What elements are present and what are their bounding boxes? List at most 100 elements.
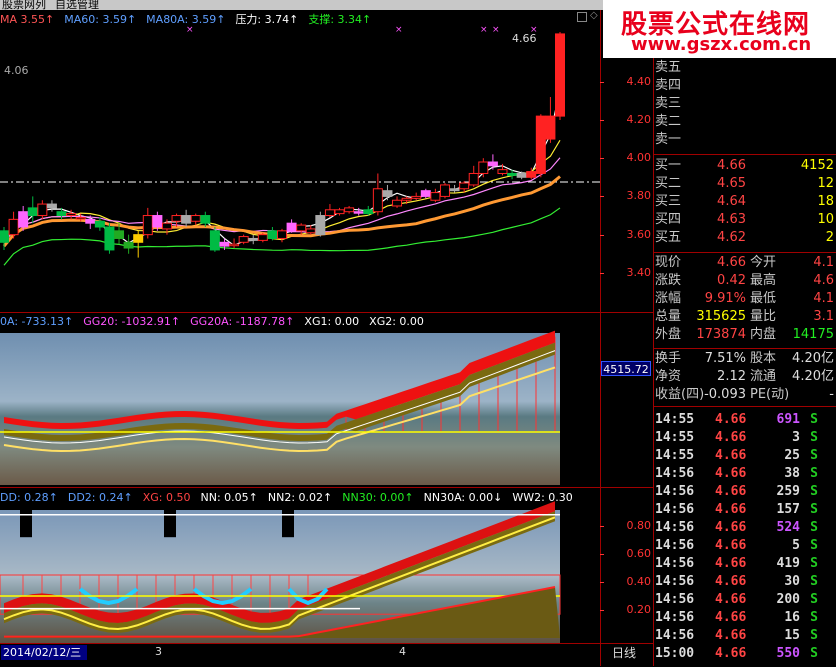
candle (267, 227, 278, 241)
date-bar: 2014/02/12/三 3 4 日线 (0, 643, 653, 667)
trade-price: 4.66 (715, 556, 747, 571)
menu-item-watchlist[interactable]: 自选管理 (55, 0, 99, 10)
quote-label-2: 最低 (750, 291, 777, 306)
trade-row: 14:56 4.66 259 S (653, 483, 836, 501)
trade-volume: 200 (776, 592, 800, 607)
candle (286, 219, 297, 233)
gg-indicator-chart[interactable] (0, 313, 600, 487)
trade-side: S (810, 484, 818, 499)
candle (238, 234, 249, 245)
quote-row: 涨幅 9.91% 最低 4.1 (653, 290, 836, 308)
bid-volume: 12 (817, 176, 834, 191)
trade-price: 4.66 (715, 430, 747, 445)
candle (344, 205, 355, 214)
quote-row: 外盘 173874 内盘 14175 (653, 326, 836, 344)
period-button[interactable]: 日线 (612, 644, 636, 661)
trade-price: 4.66 (715, 610, 747, 625)
candle (545, 97, 556, 143)
quote2-value-2: 4.20亿 (792, 351, 834, 366)
trade-side: S (810, 538, 818, 553)
quote-row-2: 收益(四) -0.093 PE(动) - (653, 386, 836, 404)
watermark-logo: 股票公式在线网 www.gszx.com.cn (603, 0, 836, 58)
bid-row: 买二 4.65 12 (653, 175, 836, 193)
candle (382, 184, 393, 201)
quote-row-2: 净资 2.12 流通 4.20亿 (653, 368, 836, 386)
trade-time: 14:56 (655, 502, 695, 517)
candle (420, 188, 431, 199)
candle (324, 204, 335, 218)
trade-row: 14:56 4.66 419 S (653, 555, 836, 573)
candle (190, 213, 201, 226)
quote-value: 0.42 (717, 273, 746, 288)
quote2-label-2: 流通 (750, 369, 777, 384)
price-tick: 4.00 (600, 151, 651, 164)
quote-value-2: 4.1 (813, 255, 834, 270)
trade-volume: 550 (776, 646, 800, 661)
trade-price: 4.66 (715, 502, 747, 517)
candle (248, 234, 259, 245)
trade-side: S (810, 646, 818, 661)
candle (8, 211, 19, 239)
trade-row: 14:56 4.66 16 S (653, 609, 836, 627)
signal-marker: × (186, 25, 194, 35)
ask-row: 卖一 (653, 131, 836, 149)
dd-spike (282, 503, 294, 538)
window-move-icon[interactable]: ◇ (590, 10, 598, 21)
dd-spike (164, 503, 176, 538)
trade-volume: 524 (776, 520, 800, 535)
bid-price: 4.63 (717, 212, 746, 227)
bid-label: 买四 (655, 212, 682, 227)
quote-divider-2 (653, 348, 836, 349)
trade-time: 14:56 (655, 592, 695, 607)
trade-side: S (810, 574, 818, 589)
trade-side: S (810, 466, 818, 481)
indicator-panel-dd[interactable]: DD: 0.28↑ DD2: 0.24↑ XG: 0.50 NN: 0.05↑ NN2:… (0, 488, 600, 643)
bid-volume: 4152 (800, 158, 834, 173)
kline-chart[interactable]: × × × × × (0, 10, 600, 312)
candle (123, 234, 134, 254)
trade-volume: 15 (784, 628, 800, 643)
candle (142, 207, 153, 239)
quote-row-2: 换手 7.51% 股本 4.20亿 (653, 350, 836, 368)
dd-tick: 0.80 (600, 519, 651, 532)
kline-panel[interactable]: MA 3.55↑ MA60: 3.59↑ MA80A: 3.59↑ 压力: 3.74↑… (0, 10, 600, 312)
quote-value-2: 14175 (792, 327, 834, 342)
quote-divider (653, 252, 836, 253)
trade-price: 4.66 (715, 466, 747, 481)
trade-time: 14:56 (655, 610, 695, 625)
candle (535, 114, 546, 178)
menu-item-stocks[interactable]: 股票网列 (2, 0, 46, 10)
quote2-value-2: 4.20亿 (792, 369, 834, 384)
ask-row: 卖五 (653, 59, 836, 77)
indicator-panel-gg[interactable]: 0A: -733.13↑ GG20: -1032.91↑ GG20A: -1187.… (0, 313, 600, 487)
quote2-label: 换手 (655, 351, 682, 366)
gg-axis-value: 4515.72 (601, 361, 651, 376)
trade-row: 14:56 4.66 38 S (653, 465, 836, 483)
candle (277, 228, 287, 243)
gg-background (0, 333, 560, 485)
candle (363, 205, 374, 216)
candle (296, 223, 307, 235)
dd-tick: 0.40 (600, 575, 651, 588)
candle (411, 192, 422, 201)
window-restore-icon[interactable] (577, 12, 587, 22)
candle (392, 196, 403, 208)
quote-label: 总量 (655, 309, 682, 324)
trade-price: 4.66 (715, 484, 747, 499)
candle (430, 188, 441, 203)
trade-price: 4.66 (715, 538, 747, 553)
candle (209, 227, 220, 252)
dd-indicator-chart[interactable] (0, 488, 600, 643)
trade-time: 14:56 (655, 628, 695, 643)
bid-label: 买一 (655, 158, 682, 173)
ma-line-1 (3, 139, 561, 243)
trade-price: 4.66 (715, 412, 747, 427)
bid-volume: 10 (817, 212, 834, 227)
candle (133, 230, 144, 258)
trade-volume: 16 (784, 610, 800, 625)
quote2-value: 7.51% (704, 351, 746, 366)
ask-label: 卖二 (655, 114, 682, 129)
trade-price: 4.66 (715, 448, 747, 463)
price-tick: 3.40 (600, 266, 651, 279)
bid-row: 买三 4.64 18 (653, 193, 836, 211)
